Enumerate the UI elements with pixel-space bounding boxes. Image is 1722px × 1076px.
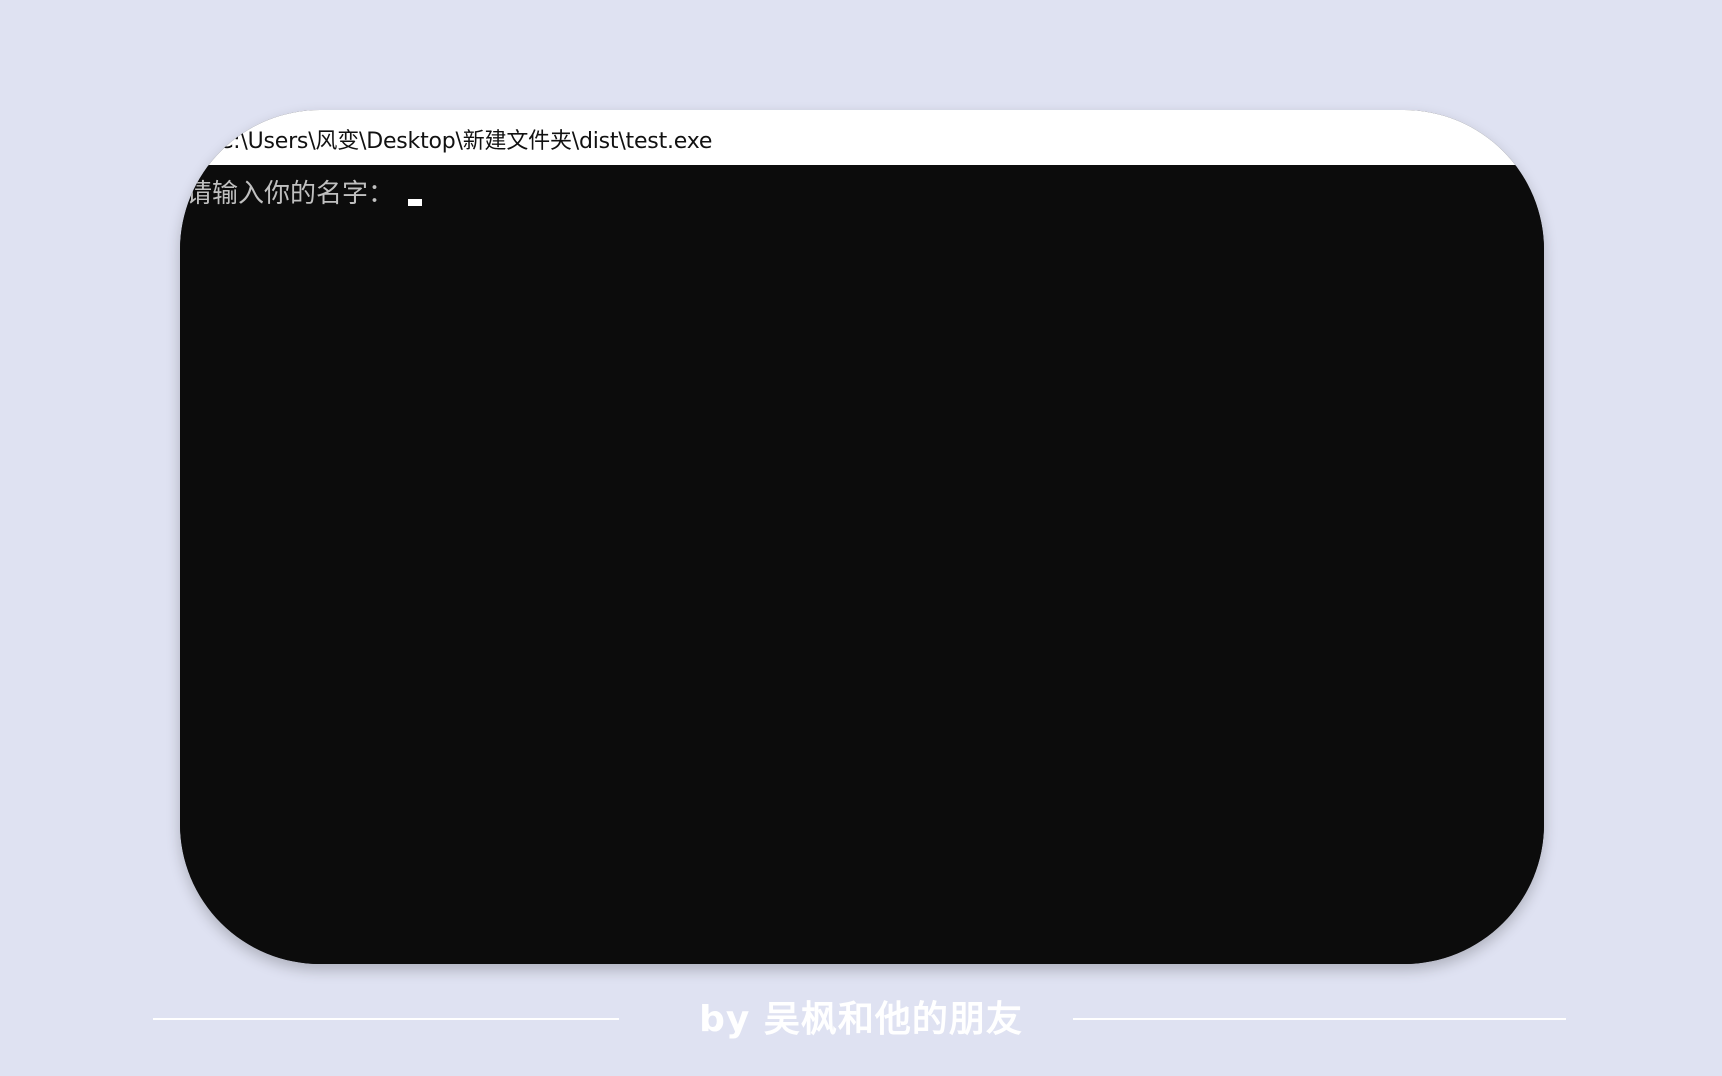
footer-credit: by 吴枫和他的朋友: [699, 999, 1023, 1040]
footer: by 吴枫和他的朋友: [0, 990, 1722, 1040]
console-output-area[interactable]: 请输入你的名字：: [180, 165, 1544, 964]
window-title-bar[interactable]: C:\Users\风变\Desktop\新建文件夹\dist\test.exe: [180, 110, 1544, 166]
console-prompt-line[interactable]: 请输入你的名字：: [186, 173, 423, 210]
text-cursor: [408, 199, 423, 206]
console-prompt-text: 请输入你的名字：: [186, 179, 395, 209]
console-window: C:\Users\风变\Desktop\新建文件夹\dist\test.exe …: [180, 110, 1544, 964]
footer-divider-right: [1073, 1018, 1566, 1020]
window-title: C:\Users\风变\Desktop\新建文件夹\dist\test.exe: [218, 129, 713, 154]
